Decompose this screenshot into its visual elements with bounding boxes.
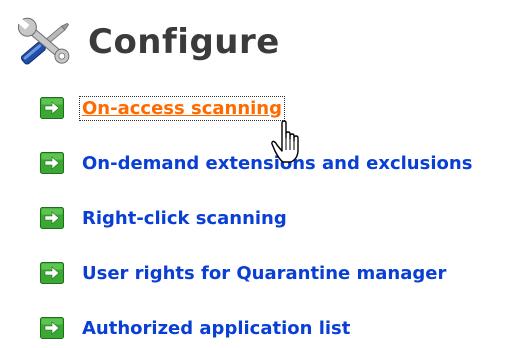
green-arrow-icon xyxy=(40,317,64,339)
green-arrow-icon xyxy=(40,97,64,119)
green-arrow-icon xyxy=(40,152,64,174)
green-arrow-icon xyxy=(40,262,64,284)
authorized-application-list-link[interactable]: Authorized application list xyxy=(80,317,352,340)
tools-icon xyxy=(17,17,70,65)
right-click-scanning-link[interactable]: Right-click scanning xyxy=(80,207,289,230)
hand-pointer-cursor-icon xyxy=(271,120,299,163)
page-title: Configure xyxy=(88,22,280,62)
list-item: User rights for Quarantine manager xyxy=(40,260,448,286)
list-item: Right-click scanning xyxy=(40,205,289,231)
configure-header: Configure xyxy=(10,16,280,68)
list-item: On-access scanning xyxy=(40,95,286,121)
list-item: Authorized application list xyxy=(40,315,352,341)
on-access-scanning-link[interactable]: On-access scanning xyxy=(78,95,286,121)
quarantine-user-rights-link[interactable]: User rights for Quarantine manager xyxy=(80,262,448,285)
green-arrow-icon xyxy=(40,207,64,229)
list-item: On-demand extensions and exclusions xyxy=(40,150,474,176)
